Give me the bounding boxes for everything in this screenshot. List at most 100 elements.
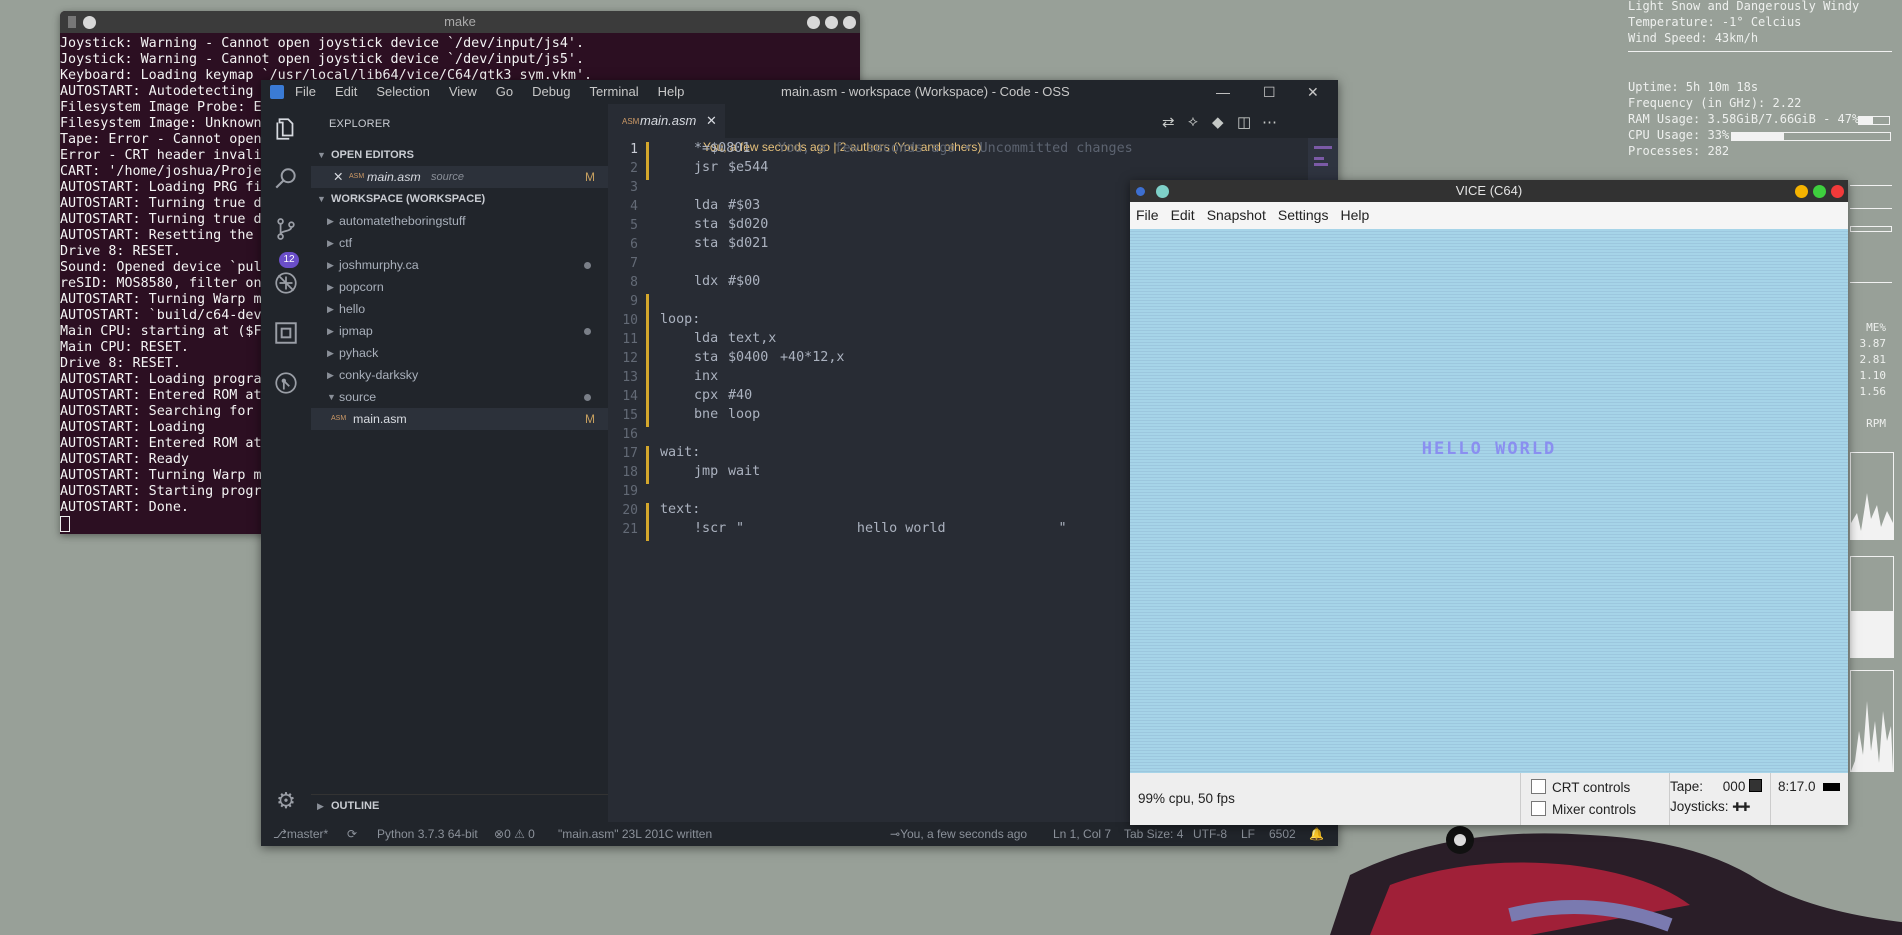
activity-bar: 12 ⚙: [261, 104, 311, 822]
vice-menu-settings[interactable]: Settings: [1278, 202, 1329, 229]
vice-menu-help[interactable]: Help: [1340, 202, 1369, 229]
close-icon[interactable]: [843, 16, 856, 29]
close-icon[interactable]: ✕: [333, 166, 343, 188]
sticky-icon[interactable]: [83, 16, 96, 29]
source-control-icon[interactable]: [271, 216, 301, 246]
mixer-controls-checkbox[interactable]: Mixer controls: [1531, 801, 1669, 817]
language-mode[interactable]: 6502: [1269, 822, 1296, 846]
tree-file-item[interactable]: ASM main.asm M: [311, 408, 608, 430]
ram-bar: [1858, 116, 1890, 125]
tree-folder[interactable]: ▶ ctf: [311, 232, 608, 254]
menu-edit[interactable]: Edit: [335, 80, 357, 104]
explorer-icon[interactable]: [271, 116, 301, 146]
vice-menu-bar: File Edit Snapshot Settings Help: [1130, 202, 1848, 229]
git-change-marker[interactable]: [646, 142, 649, 180]
code-token: !scr: [694, 521, 727, 536]
terminal-titlebar[interactable]: make: [60, 11, 860, 33]
menu-go[interactable]: Go: [496, 80, 513, 104]
process-count: Processes: 282: [1628, 144, 1730, 158]
tape-stop-icon[interactable]: [1749, 779, 1763, 792]
chevron-down-icon: ▼: [317, 194, 326, 204]
line-number: 10: [622, 313, 638, 328]
split-editor-icon[interactable]: ◫: [1237, 113, 1251, 131]
git-commit-icon[interactable]: ◆: [1212, 113, 1224, 131]
open-editors-header[interactable]: ▼ OPEN EDITORS: [311, 144, 608, 166]
vice-window: VICE (C64) File Edit Snapshot Settings Help …: [1130, 180, 1848, 825]
vice-titlebar[interactable]: VICE (C64): [1130, 180, 1848, 202]
menu-terminal[interactable]: Terminal: [589, 80, 638, 104]
sticky-icon[interactable]: [1156, 185, 1169, 198]
weather-summary: Light Snow and Dangerously Windy: [1628, 0, 1860, 13]
minimize-icon[interactable]: [1795, 185, 1808, 198]
encoding[interactable]: UTF-8: [1193, 822, 1227, 846]
code-token: #$00: [728, 274, 761, 289]
more-actions-icon[interactable]: ⋯: [1262, 113, 1277, 131]
extensions-icon[interactable]: [271, 320, 301, 350]
git-branch[interactable]: ⎇ master*: [273, 822, 328, 846]
debug-icon[interactable]: [271, 270, 301, 300]
git-change-marker[interactable]: [646, 446, 649, 484]
c64-screen[interactable]: HELLO WORLD: [1130, 229, 1848, 773]
tree-folder[interactable]: ▼ source: [311, 386, 608, 408]
maximize-icon[interactable]: [825, 16, 838, 29]
menu-help[interactable]: Help: [658, 80, 685, 104]
menu-selection[interactable]: Selection: [376, 80, 429, 104]
line-number: 8: [630, 275, 638, 290]
crt-controls-checkbox[interactable]: CRT controls: [1531, 779, 1669, 795]
tree-folder[interactable]: ▶ hello: [311, 298, 608, 320]
chevron-right-icon: ▶: [327, 370, 334, 380]
menu-view[interactable]: View: [449, 80, 477, 104]
minimize-icon[interactable]: [807, 16, 820, 29]
close-icon[interactable]: [1831, 185, 1844, 198]
sync-icon[interactable]: ⟳: [347, 822, 357, 846]
maximize-icon[interactable]: ☐: [1263, 80, 1276, 104]
gitlens-icon[interactable]: [271, 370, 301, 400]
menu-file[interactable]: File: [295, 80, 316, 104]
menu-debug[interactable]: Debug: [532, 80, 570, 104]
open-editor-item[interactable]: ✕ ASM main.asm source M: [311, 166, 608, 188]
line-number: 6: [630, 237, 638, 252]
tree-folder[interactable]: ▶ pyhack: [311, 342, 608, 364]
disk-bar: [1850, 226, 1892, 232]
tab-size[interactable]: Tab Size: 4: [1124, 822, 1183, 846]
vice-menu-edit[interactable]: Edit: [1171, 202, 1195, 229]
open-changes-icon[interactable]: ⟡: [1188, 113, 1198, 130]
vscode-titlebar[interactable]: File Edit Selection View Go Debug Terminal Help…: [261, 80, 1338, 104]
close-icon[interactable]: ✕: [1307, 80, 1319, 104]
search-icon[interactable]: [271, 166, 301, 196]
tree-folder[interactable]: ▶ ipmap: [311, 320, 608, 342]
tab-main-asm[interactable]: ASM main.asm ✕: [608, 104, 725, 138]
settings-gear-icon[interactable]: ⚙: [271, 786, 301, 816]
terminal-title: make: [444, 14, 476, 29]
python-interpreter[interactable]: Python 3.7.3 64-bit: [377, 822, 478, 846]
vice-menu-file[interactable]: File: [1136, 202, 1159, 229]
tape-time: 8:17.0: [1778, 779, 1841, 799]
terminal-line: Joystick: Warning - Cannot open joystick…: [60, 52, 585, 67]
cpu-bar: [1731, 132, 1891, 141]
close-icon[interactable]: ✕: [706, 104, 717, 138]
tree-folder[interactable]: ▶ popcorn: [311, 276, 608, 298]
compare-changes-icon[interactable]: ⇄: [1162, 113, 1175, 131]
maximize-icon[interactable]: [1813, 185, 1826, 198]
workspace-header[interactable]: ▼ WORKSPACE (WORKSPACE): [311, 188, 608, 210]
cursor-position[interactable]: Ln 1, Col 7: [1053, 822, 1111, 846]
code-token: sta: [694, 217, 719, 232]
line-number: 17: [622, 446, 638, 461]
code-token: $0400: [728, 350, 769, 365]
git-change-marker[interactable]: [646, 503, 649, 541]
minimize-icon[interactable]: —: [1216, 80, 1230, 104]
problems-count[interactable]: ⊗ 0 ⚠ 0: [494, 822, 535, 846]
uptime: Uptime: 5h 10m 18s: [1628, 80, 1759, 94]
outline-header[interactable]: ▶ OUTLINE: [311, 794, 608, 817]
folder-label: pyhack: [339, 346, 379, 360]
tree-folder[interactable]: ▶ conky-darksky: [311, 364, 608, 386]
inline-blame: You, a few seconds ago • Uncommitted cha…: [778, 141, 1133, 156]
git-change-marker[interactable]: [646, 408, 649, 427]
tree-folder[interactable]: ▶ automatetheboringstuff: [311, 210, 608, 232]
line-number: 5: [630, 218, 638, 233]
notifications-bell-icon[interactable]: 🔔: [1309, 822, 1324, 846]
git-blame-status[interactable]: ⊸ You, a few seconds ago: [890, 822, 1027, 846]
vice-menu-snapshot[interactable]: Snapshot: [1207, 202, 1266, 229]
line-ending[interactable]: LF: [1241, 822, 1255, 846]
tree-folder[interactable]: ▶ joshmurphy.ca: [311, 254, 608, 276]
